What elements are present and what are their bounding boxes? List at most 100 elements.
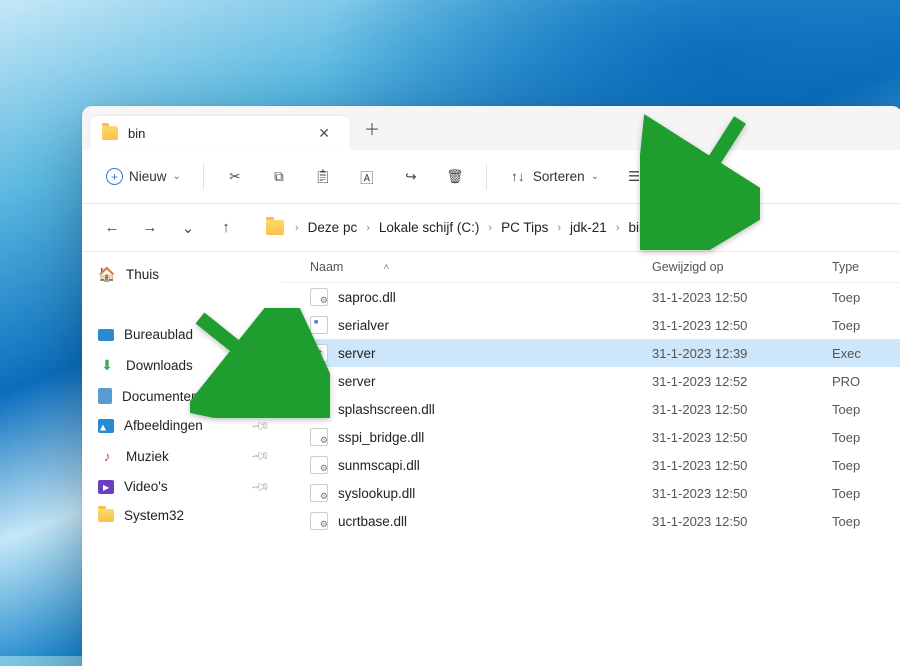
share-button[interactable]: ↪ (392, 160, 430, 194)
file-row[interactable]: syslookup.dll31-1-2023 12:50Toep (282, 479, 900, 507)
file-name: ucrtbase.dll (338, 514, 407, 529)
file-row[interactable]: server31-1-2023 12:52PRO (282, 367, 900, 395)
breadcrumb-item[interactable]: jdk-21 (566, 216, 611, 239)
file-type: Toep (832, 290, 900, 305)
pin-icon: 📌︎ (250, 415, 271, 436)
sidebar-item-label: Afbeeldingen (124, 418, 203, 433)
file-name: server (338, 374, 376, 389)
column-modified[interactable]: Gewijzigd op (652, 260, 724, 274)
file-icon (310, 372, 328, 390)
sidebar-item-home[interactable]: 🏠 Thuis (86, 258, 278, 290)
sidebar-item-label: Bureaublad (124, 327, 193, 342)
file-icon (310, 512, 328, 530)
copy-button[interactable]: ⧉ (260, 160, 298, 194)
plus-icon: + (106, 168, 123, 185)
file-icon (310, 344, 328, 362)
back-button[interactable]: ← (96, 212, 128, 244)
file-modified: 31-1-2023 12:50 (652, 318, 832, 333)
file-icon (310, 456, 328, 474)
sidebar-item[interactable]: Afbeeldingen 📌︎ (86, 411, 278, 440)
sidebar-item[interactable]: System32 (86, 501, 278, 530)
sidebar-item[interactable]: ⬇Downloads📌︎ (86, 349, 278, 381)
sidebar-item-label: Muziek (126, 449, 169, 464)
window-tab[interactable]: bin ✕ (90, 116, 350, 150)
pin-icon: 📌︎ (250, 324, 271, 345)
file-type: Toep (832, 514, 900, 529)
new-tab-button[interactable]: ＋ (350, 106, 394, 150)
scissors-icon: ✂ (226, 168, 244, 186)
cut-button[interactable]: ✂ (216, 160, 254, 194)
delete-button[interactable]: 🗑 (436, 160, 474, 194)
sidebar: 🏠 Thuis Bureaublad 📌︎ ⬇Downloads📌︎Document… (82, 252, 282, 666)
pin-icon: 📌︎ (250, 476, 271, 497)
titlebar: bin ✕ ＋ (82, 106, 900, 150)
file-name: server (338, 346, 376, 361)
sidebar-item-label: Video's (124, 479, 168, 494)
folder-icon (98, 509, 114, 522)
sidebar-item[interactable]: Video's 📌︎ (86, 472, 278, 501)
sort-icon: ↑↓ (509, 168, 527, 186)
chevron-down-icon: ⌄ (591, 171, 599, 182)
file-icon (310, 316, 328, 334)
file-list: Naam ˄ Gewijzigd op Type saproc.dll31-1-… (282, 252, 900, 666)
file-icon (310, 484, 328, 502)
file-modified: 31-1-2023 12:50 (652, 514, 832, 529)
chevron-right-icon: › (485, 222, 495, 234)
new-button-label: Nieuw (129, 169, 167, 184)
file-modified: 31-1-2023 12:39 (652, 346, 832, 361)
sidebar-item[interactable]: ♪Muziek📌︎ (86, 440, 278, 472)
chevron-right-icon: › (653, 222, 663, 234)
download-icon: ⬇ (98, 356, 116, 374)
paste-button[interactable]: 📋︎ (304, 160, 342, 194)
file-row[interactable]: ucrtbase.dll 31-1-2023 12:50Toep (282, 507, 900, 535)
breadcrumb-item[interactable]: PC Tips (497, 216, 552, 239)
file-row[interactable]: server 31-1-2023 12:39Exec (282, 339, 900, 367)
file-name: syslookup.dll (338, 486, 415, 501)
chevron-right-icon: › (292, 222, 302, 234)
file-row[interactable]: sspi_bridge.dll31-1-2023 12:50Toep (282, 423, 900, 451)
pin-icon: 📌︎ (250, 446, 271, 467)
recent-button[interactable]: ⌄ (172, 212, 204, 244)
clipboard-icon: 📋︎ (314, 168, 332, 186)
breadcrumb-item[interactable]: bin (624, 216, 650, 239)
rename-button[interactable]: 🄰 (348, 160, 386, 194)
breadcrumb[interactable]: › Deze pc › Lokale schijf (C:) › PC Tips… (266, 216, 662, 239)
file-row[interactable]: serialver31-1-2023 12:50Toep (282, 311, 900, 339)
breadcrumb-item[interactable]: Lokale schijf (C:) (375, 216, 484, 239)
sort-button[interactable]: ↑↓ Sorteren ⌄ (499, 161, 609, 193)
file-type: Toep (832, 402, 900, 417)
nav-bar: ← → ⌄ ↑ › Deze pc › Lokale schijf (C:) ›… (82, 204, 900, 252)
sort-button-label: Sorteren (533, 169, 585, 184)
desktop-icon (98, 329, 114, 341)
sidebar-item-label: Thuis (126, 267, 159, 282)
chevron-down-icon: ⌄ (724, 171, 732, 182)
new-button[interactable]: + Nieuw ⌄ (96, 161, 191, 192)
file-type: Exec (832, 346, 900, 361)
up-button[interactable]: ↑ (210, 212, 242, 244)
breadcrumb-item[interactable]: Deze pc (304, 216, 362, 239)
trash-icon: 🗑 (446, 168, 464, 186)
view-button[interactable]: ☰ Weergeven ⌄ (615, 161, 742, 193)
column-name[interactable]: Naam (310, 260, 343, 274)
share-icon: ↪ (402, 168, 420, 186)
file-type: Toep (832, 430, 900, 445)
file-name: sspi_bridge.dll (338, 430, 424, 445)
separator (486, 164, 487, 190)
video-icon (98, 480, 114, 494)
explorer-window: bin ✕ ＋ + Nieuw ⌄ ✂ ⧉ 📋︎ 🄰 ↪ 🗑 ↑↓ Sorter… (82, 106, 900, 666)
column-headers[interactable]: Naam ˄ Gewijzigd op Type (282, 252, 900, 283)
column-type[interactable]: Type (832, 260, 859, 274)
close-tab-icon[interactable]: ✕ (312, 123, 336, 144)
file-row[interactable]: saproc.dll31-1-2023 12:50Toep (282, 283, 900, 311)
file-row[interactable]: sunmscapi.dll31-1-2023 12:50Toep (282, 451, 900, 479)
sidebar-item[interactable]: Bureaublad 📌︎ (86, 320, 278, 349)
forward-button[interactable]: → (134, 212, 166, 244)
explorer-body: 🏠 Thuis Bureaublad 📌︎ ⬇Downloads📌︎Document… (82, 252, 900, 666)
file-row[interactable]: splashscreen.dll31-1-2023 12:50Toep (282, 395, 900, 423)
file-icon (310, 288, 328, 306)
pin-icon: 📌︎ (250, 386, 271, 407)
sidebar-item-label: System32 (124, 508, 184, 523)
file-icon (310, 428, 328, 446)
sidebar-item[interactable]: Documenten📌︎ (86, 381, 278, 411)
separator (203, 164, 204, 190)
